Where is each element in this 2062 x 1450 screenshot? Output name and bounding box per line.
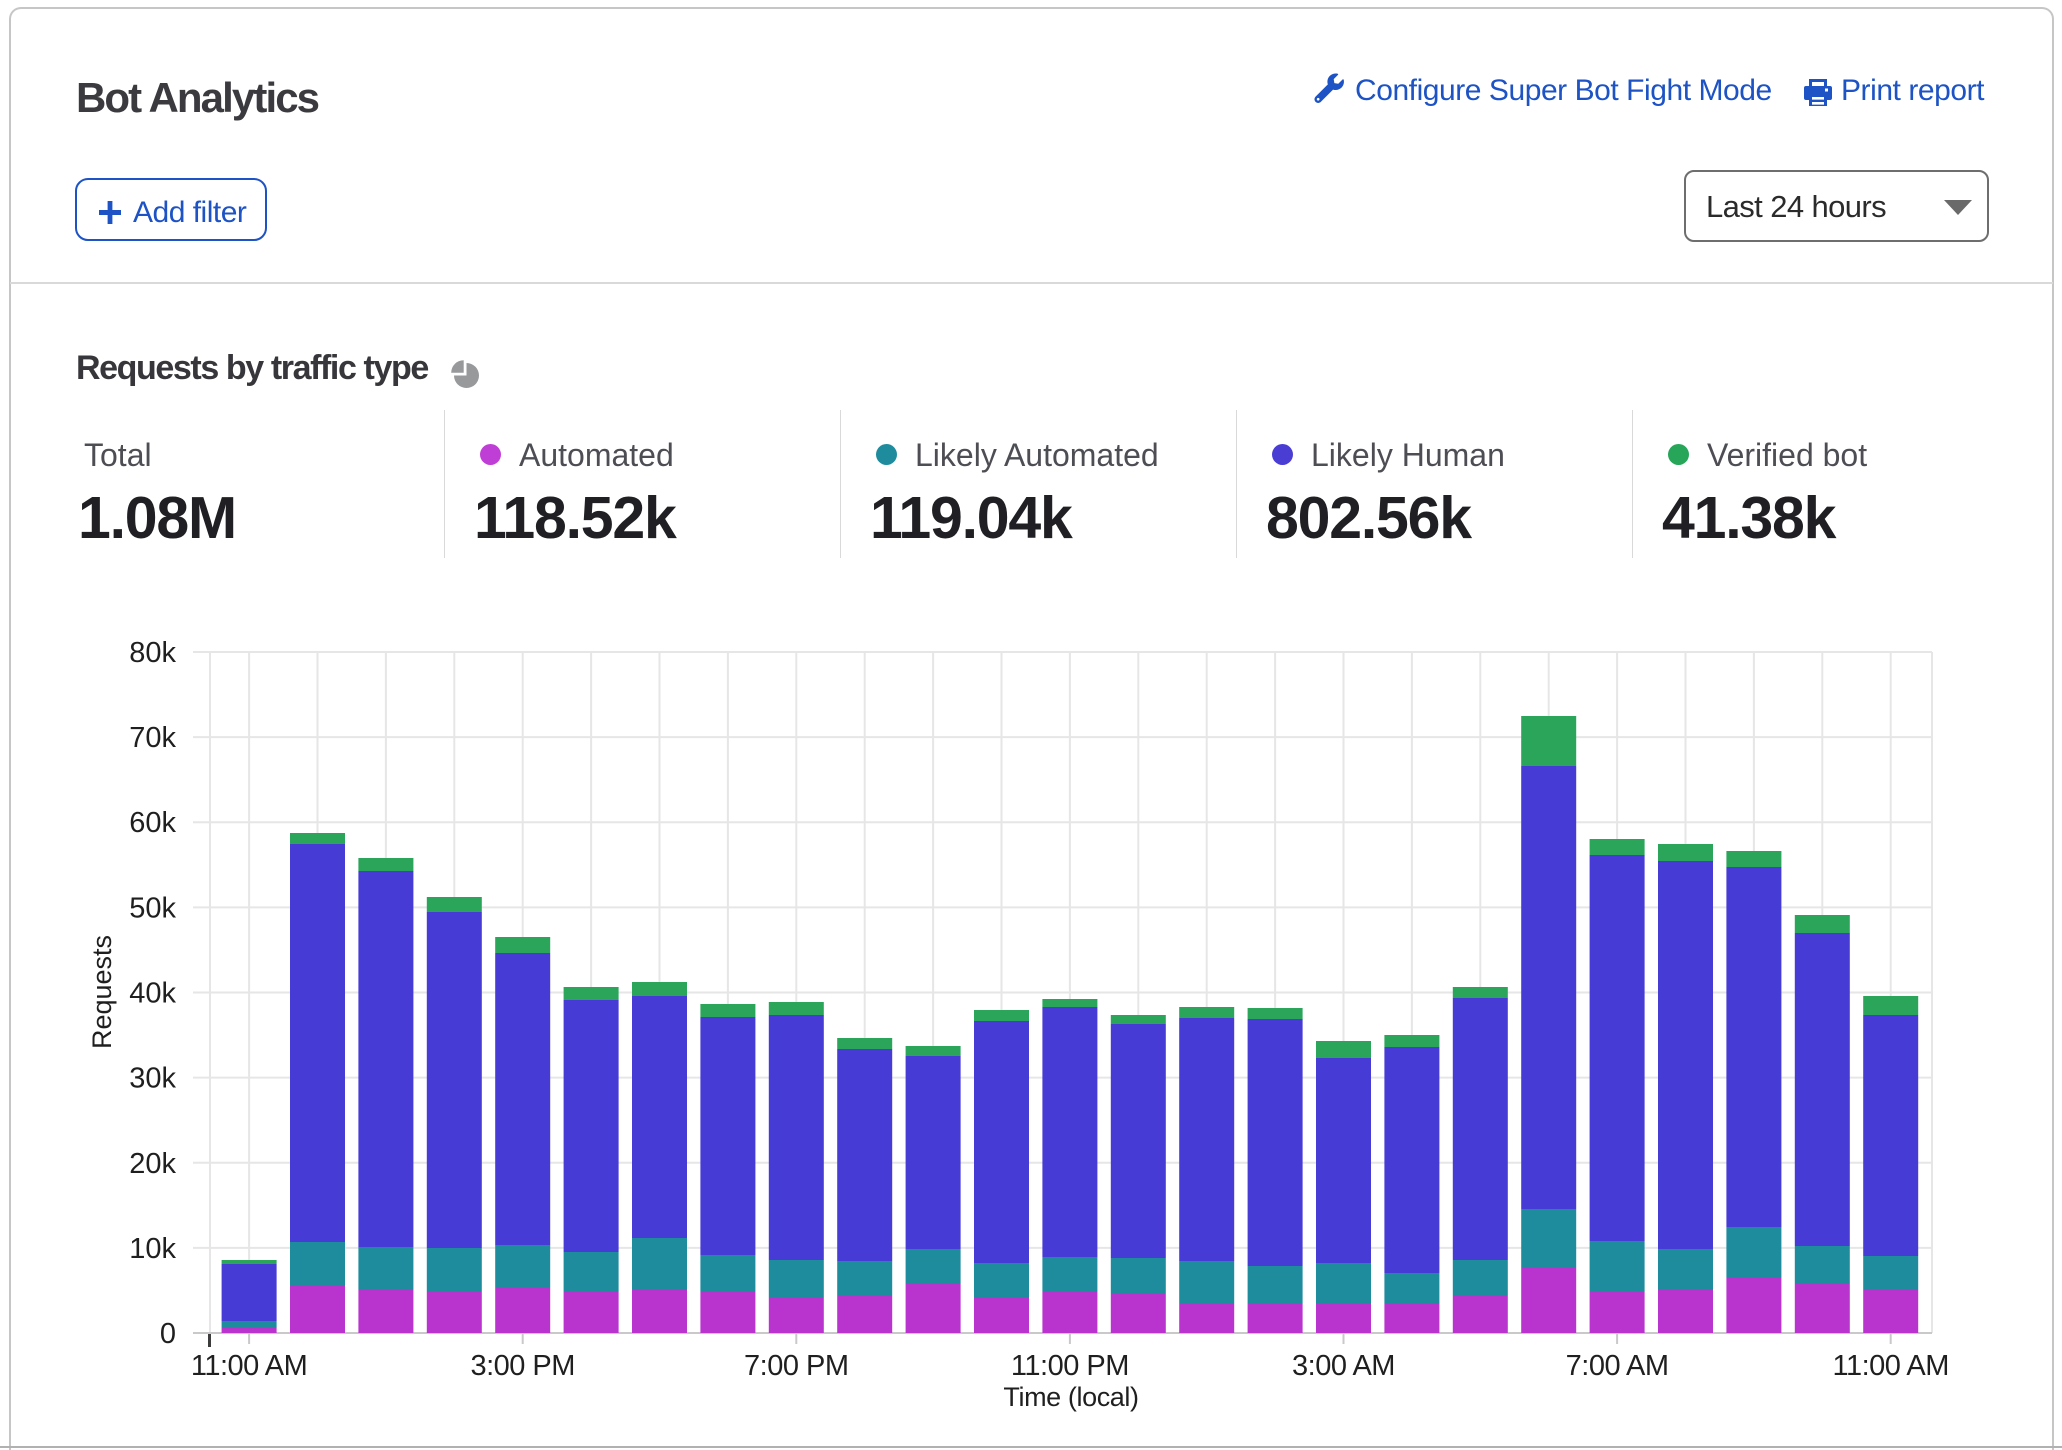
svg-text:Time (local): Time (local) <box>1003 1382 1138 1412</box>
svg-text:10k: 10k <box>129 1233 176 1265</box>
svg-text:11:00 AM: 11:00 AM <box>191 1350 307 1382</box>
svg-text:Requests: Requests <box>87 935 117 1049</box>
svg-text:40k: 40k <box>129 978 176 1010</box>
svg-text:20k: 20k <box>129 1148 176 1180</box>
svg-text:11:00 PM: 11:00 PM <box>1011 1350 1129 1382</box>
svg-text:60k: 60k <box>129 807 176 839</box>
svg-text:7:00 AM: 7:00 AM <box>1566 1350 1669 1382</box>
svg-text:30k: 30k <box>129 1063 176 1095</box>
svg-text:3:00 AM: 3:00 AM <box>1292 1350 1395 1382</box>
svg-text:7:00 PM: 7:00 PM <box>744 1350 849 1382</box>
svg-text:0: 0 <box>160 1318 176 1350</box>
svg-text:70k: 70k <box>129 722 176 754</box>
svg-text:3:00 PM: 3:00 PM <box>470 1350 575 1382</box>
svg-text:50k: 50k <box>129 892 176 924</box>
svg-text:80k: 80k <box>129 637 176 669</box>
svg-text:11:00 AM: 11:00 AM <box>1833 1350 1949 1382</box>
